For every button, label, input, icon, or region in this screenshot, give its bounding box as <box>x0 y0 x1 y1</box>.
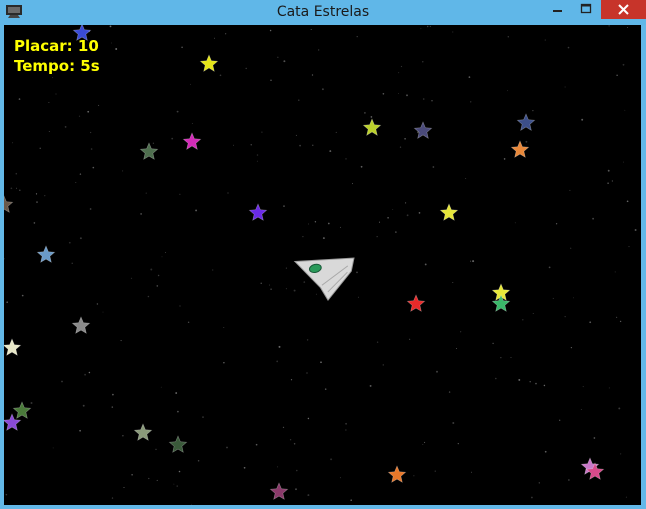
time-label: Tempo: 5s <box>14 57 100 75</box>
close-button[interactable] <box>601 0 646 19</box>
star-collectible <box>139 142 159 160</box>
spaceship <box>293 257 355 302</box>
star-collectible <box>362 118 382 136</box>
star-collectible <box>71 316 91 334</box>
star-collectible <box>133 423 153 441</box>
star-collectible <box>413 121 433 139</box>
maximize-button[interactable] <box>573 0 599 19</box>
star-collectible <box>406 294 426 312</box>
star-collectible <box>387 465 407 483</box>
close-icon <box>618 4 629 15</box>
star-collectible <box>182 132 202 150</box>
star-collectible <box>439 203 459 221</box>
star-collectible <box>491 294 511 312</box>
game-canvas[interactable]: Placar: 10 Tempo: 5s <box>4 25 641 505</box>
maximize-icon <box>580 3 592 14</box>
star-collectible <box>36 245 56 263</box>
star-collectible <box>168 435 188 453</box>
starfield <box>4 25 637 505</box>
star-collectible <box>269 482 289 500</box>
star-collectible <box>12 401 32 419</box>
star-collectible <box>248 203 268 221</box>
star-collectible <box>516 113 536 131</box>
star-collectible <box>199 54 219 72</box>
app-window: Cata Estrelas Placar: 10 Tempo: 5s <box>0 0 646 509</box>
title-bar[interactable]: Cata Estrelas <box>0 0 646 25</box>
star-collectible <box>4 195 14 213</box>
minimize-icon <box>553 10 562 12</box>
star-collectible <box>4 338 22 356</box>
star-collectible <box>510 140 530 158</box>
minimize-button[interactable] <box>544 0 570 19</box>
score-label: Placar: 10 <box>14 37 99 55</box>
